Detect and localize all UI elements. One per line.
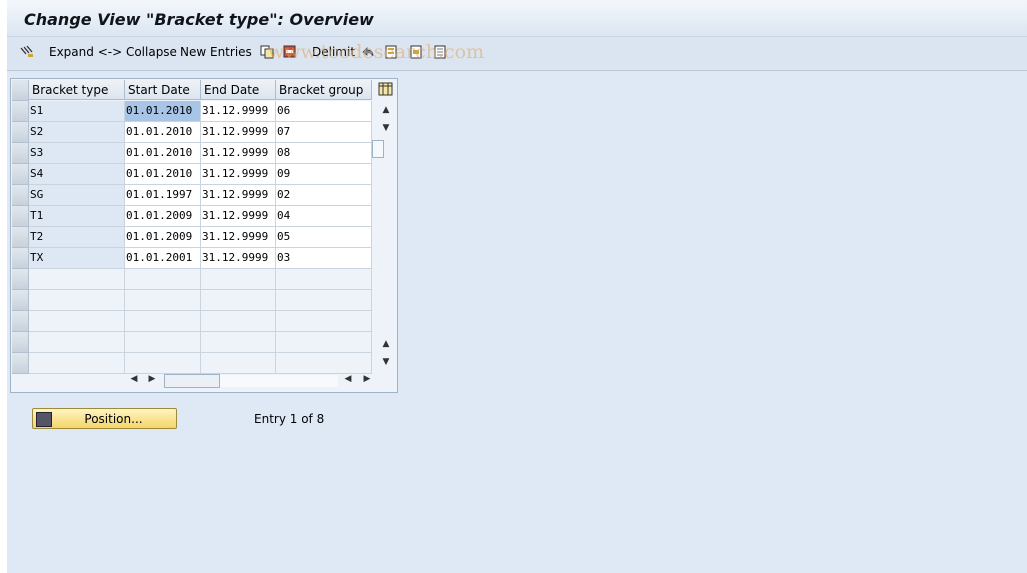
- horizontal-scroll-thumb[interactable]: [164, 374, 220, 388]
- table-cell[interactable]: S4: [29, 164, 125, 185]
- table-cell[interactable]: 31.12.9999: [201, 101, 276, 122]
- table-cell[interactable]: 08: [276, 143, 372, 164]
- table-cell[interactable]: 02: [276, 185, 372, 206]
- table-cell-empty[interactable]: [201, 269, 276, 290]
- row-selector[interactable]: [12, 206, 29, 227]
- scroll-left-icon[interactable]: ◀: [128, 374, 140, 384]
- table-cell[interactable]: 06: [276, 101, 372, 122]
- page-title: Change View "Bracket type": Overview: [24, 10, 374, 29]
- table-cell[interactable]: 05: [276, 227, 372, 248]
- row-selector[interactable]: [12, 122, 29, 143]
- position-button[interactable]: Position...: [32, 408, 177, 429]
- table-cell-empty[interactable]: [276, 269, 372, 290]
- scroll-down-icon[interactable]: ▼: [380, 123, 392, 133]
- table-cell[interactable]: T2: [29, 227, 125, 248]
- table-cell[interactable]: S2: [29, 122, 125, 143]
- table-cell[interactable]: 31.12.9999: [201, 248, 276, 269]
- table-cell[interactable]: 01.01.2001: [125, 248, 201, 269]
- scroll-far-left-icon[interactable]: ◀: [342, 374, 354, 384]
- row-selector[interactable]: [12, 290, 29, 311]
- column-header-start-date[interactable]: Start Date: [125, 80, 201, 100]
- table-cell[interactable]: 01.01.2010: [125, 143, 201, 164]
- table-control: Bracket type Start Date End Date Bracket…: [10, 78, 398, 393]
- row-selector[interactable]: [12, 164, 29, 185]
- table-cell[interactable]: 01.01.2009: [125, 227, 201, 248]
- scroll-page-up-icon[interactable]: ▲: [380, 339, 392, 349]
- table-cell[interactable]: 01.01.2009: [125, 206, 201, 227]
- table-cell[interactable]: SG: [29, 185, 125, 206]
- scroll-right-icon[interactable]: ▶: [146, 374, 158, 384]
- table-cell-empty[interactable]: [125, 269, 201, 290]
- horizontal-scroll-track[interactable]: [220, 375, 338, 387]
- glasses-edit-icon[interactable]: [20, 45, 34, 59]
- entry-counter: Entry 1 of 8: [254, 412, 325, 426]
- scroll-up-icon[interactable]: ▲: [380, 105, 392, 115]
- table-cell-empty[interactable]: [125, 311, 201, 332]
- table-cell[interactable]: 04: [276, 206, 372, 227]
- table-cell-empty[interactable]: [29, 290, 125, 311]
- row-selector[interactable]: [12, 332, 29, 353]
- vertical-scroll-thumb[interactable]: [372, 140, 384, 158]
- title-bar: Change View "Bracket type": Overview: [7, 0, 1027, 37]
- table-cell[interactable]: 31.12.9999: [201, 164, 276, 185]
- table-cell[interactable]: 01.01.2010: [125, 164, 201, 185]
- row-selector[interactable]: [12, 185, 29, 206]
- table-cell[interactable]: 31.12.9999: [201, 206, 276, 227]
- row-selector[interactable]: [12, 227, 29, 248]
- table-cell[interactable]: TX: [29, 248, 125, 269]
- table-cell[interactable]: T1: [29, 206, 125, 227]
- column-header-bracket-type[interactable]: Bracket type: [29, 80, 125, 100]
- new-entries-button[interactable]: New Entries: [180, 45, 252, 59]
- row-selector[interactable]: [12, 248, 29, 269]
- table-cell-empty[interactable]: [29, 332, 125, 353]
- table-cell[interactable]: 31.12.9999: [201, 122, 276, 143]
- table-cell-empty[interactable]: [276, 353, 372, 374]
- row-selector[interactable]: [12, 269, 29, 290]
- table-cell-empty[interactable]: [29, 311, 125, 332]
- application-toolbar: Expand <-> Collapse New Entries Delimit: [7, 37, 1027, 71]
- table-cell[interactable]: 01.01.2010: [125, 122, 201, 143]
- row-selector[interactable]: [12, 353, 29, 374]
- table-cell[interactable]: 03: [276, 248, 372, 269]
- table-cell-empty[interactable]: [125, 332, 201, 353]
- table-cell[interactable]: S3: [29, 143, 125, 164]
- table-cell-empty[interactable]: [29, 269, 125, 290]
- row-selector[interactable]: [12, 143, 29, 164]
- table-cell[interactable]: S1: [29, 101, 125, 122]
- scroll-page-down-icon[interactable]: ▼: [380, 357, 392, 367]
- table-cell-empty[interactable]: [276, 332, 372, 353]
- position-button-label: Position...: [84, 412, 143, 426]
- row-selector[interactable]: [12, 101, 29, 122]
- table-cell-empty[interactable]: [201, 353, 276, 374]
- left-border: [0, 0, 7, 573]
- scroll-far-right-icon[interactable]: ▶: [361, 374, 373, 384]
- column-settings-icon[interactable]: [378, 82, 393, 96]
- table-cell[interactable]: 09: [276, 164, 372, 185]
- select-all-rows-button[interactable]: [12, 80, 29, 101]
- position-icon: [36, 412, 52, 427]
- table-cell[interactable]: 01.01.1997: [125, 185, 201, 206]
- table-cell-empty[interactable]: [125, 290, 201, 311]
- table-cell[interactable]: 31.12.9999: [201, 227, 276, 248]
- watermark: www.tcodesearch.com: [268, 41, 485, 63]
- table-cell-empty[interactable]: [29, 353, 125, 374]
- table-cell-empty[interactable]: [276, 290, 372, 311]
- table-cell-empty[interactable]: [276, 311, 372, 332]
- column-header-bracket-group[interactable]: Bracket group: [276, 80, 372, 100]
- table-cell[interactable]: 01.01.2010: [125, 101, 201, 122]
- column-header-end-date[interactable]: End Date: [201, 80, 276, 100]
- expand-collapse-button[interactable]: Expand <-> Collapse: [49, 45, 177, 59]
- table-cell-empty[interactable]: [201, 290, 276, 311]
- table-cell[interactable]: 31.12.9999: [201, 185, 276, 206]
- table-cell-empty[interactable]: [201, 311, 276, 332]
- table-cell-empty[interactable]: [201, 332, 276, 353]
- table-cell[interactable]: 31.12.9999: [201, 143, 276, 164]
- table-cell-empty[interactable]: [125, 353, 201, 374]
- table-cell[interactable]: 07: [276, 122, 372, 143]
- row-selector[interactable]: [12, 311, 29, 332]
